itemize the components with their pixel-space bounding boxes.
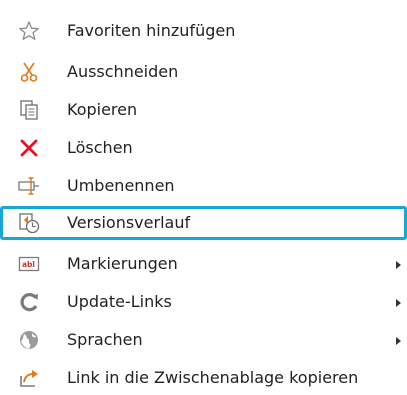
menu-item-label: Link in die Zwischenablage kopieren (67, 368, 359, 387)
menu-item-label: Kopieren (67, 100, 138, 119)
context-menu: Favoriten hinzufügen Ausschneiden Kopier… (0, 0, 407, 392)
scissors-icon (18, 61, 40, 83)
menu-item-label: Umbenennen (67, 176, 175, 195)
version-history-icon (18, 212, 40, 234)
menu-item-version-history[interactable]: Versionsverlauf (0, 206, 407, 240)
menu-item-delete[interactable]: Löschen (0, 131, 407, 165)
delete-x-icon (18, 137, 40, 159)
tag-abl-icon: abl (18, 253, 40, 275)
star-outline-icon (18, 20, 40, 42)
menu-item-tags[interactable]: abl Markierungen (0, 247, 407, 281)
menu-item-rename[interactable]: Umbenennen (0, 169, 407, 203)
rename-icon (18, 175, 40, 197)
refresh-icon (18, 291, 40, 313)
menu-item-label: Update-Links (67, 292, 172, 311)
menu-item-label: Markierungen (67, 254, 178, 273)
tag-icon-text: abl (22, 260, 35, 269)
copy-icon (18, 99, 40, 121)
menu-item-copy-link[interactable]: Link in die Zwischenablage kopieren (0, 361, 407, 395)
menu-item-copy[interactable]: Kopieren (0, 93, 407, 127)
submenu-arrow-icon (396, 261, 401, 269)
menu-item-label: Favoriten hinzufügen (67, 21, 236, 40)
menu-item-label: Versionsverlauf (67, 213, 191, 232)
globe-icon (18, 329, 40, 351)
menu-item-add-favorite[interactable]: Favoriten hinzufügen (0, 14, 407, 48)
submenu-arrow-icon (396, 299, 401, 307)
menu-item-languages[interactable]: Sprachen (0, 323, 407, 357)
menu-item-update-links[interactable]: Update-Links (0, 285, 407, 319)
menu-item-label: Ausschneiden (67, 62, 179, 81)
menu-item-cut[interactable]: Ausschneiden (0, 55, 407, 89)
share-link-icon (18, 367, 40, 389)
menu-item-label: Sprachen (67, 330, 143, 349)
menu-item-label: Löschen (67, 138, 133, 157)
submenu-arrow-icon (396, 337, 401, 345)
